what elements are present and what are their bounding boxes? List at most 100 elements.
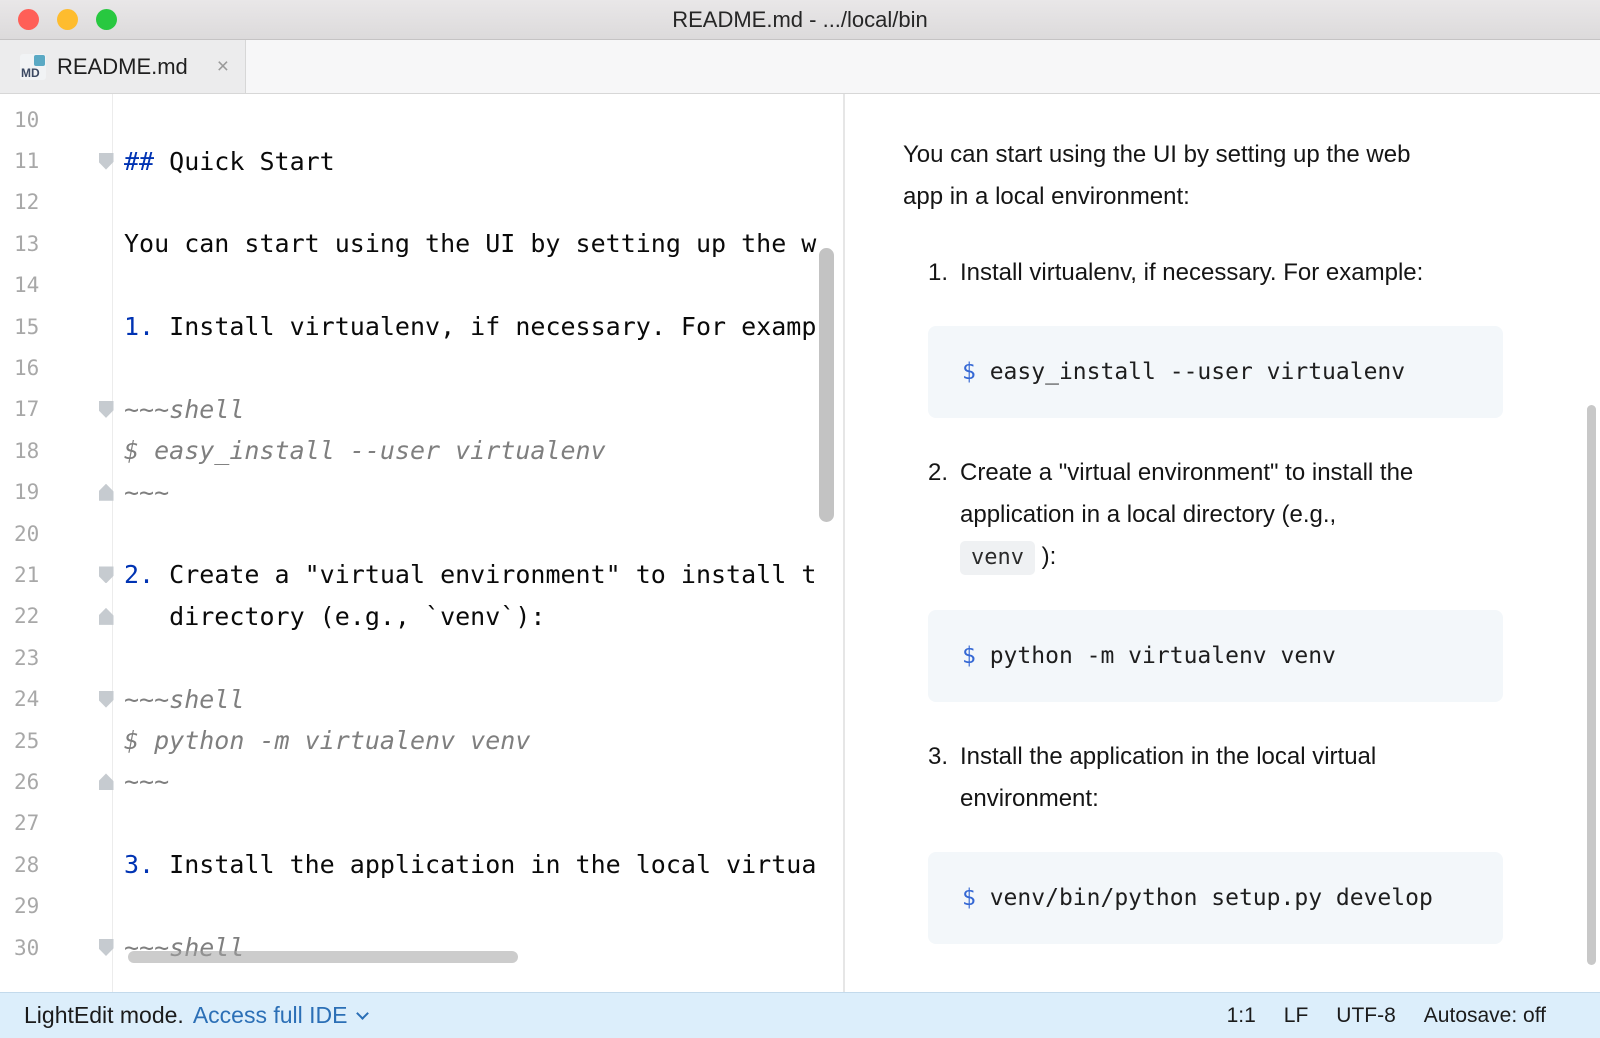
editor-line[interactable]: 22 directory (e.g., `venv`): — [0, 596, 843, 637]
fold-marker[interactable] — [88, 389, 124, 430]
text-segment: Create a "virtual environment" to instal… — [154, 560, 816, 589]
line-number: 17 — [0, 397, 88, 421]
text-segment: Install the application in the local vir… — [154, 850, 816, 879]
fold-slot — [88, 844, 124, 885]
line-text: ## Quick Start — [124, 147, 843, 176]
line-text: 3. Install the application in the local … — [124, 850, 843, 879]
line-text: $ easy_install --user virtualenv — [124, 436, 843, 465]
icon-accent — [34, 55, 45, 66]
fold-marker[interactable] — [88, 596, 124, 637]
shell-command: easy_install --user virtualenv — [976, 359, 1405, 385]
editor-line[interactable]: 13You can start using the UI by setting … — [0, 223, 843, 264]
access-full-ide-link[interactable]: Access full IDE — [193, 1002, 368, 1029]
fold-region-end-icon[interactable] — [99, 608, 114, 625]
fold-region-start-icon[interactable] — [99, 153, 114, 170]
text-segment: app in a local environment: — [903, 183, 1190, 210]
editor-line[interactable]: 29 — [0, 885, 843, 926]
line-number: 21 — [0, 563, 88, 587]
encoding-widget[interactable]: UTF-8 — [1336, 1004, 1396, 1028]
fold-marker[interactable] — [88, 140, 124, 181]
text-segment: ~~~shell — [124, 395, 244, 424]
text-segment: application in a local directory (e.g., — [960, 501, 1336, 528]
line-number: 25 — [0, 729, 88, 753]
editor-line[interactable]: 24~~~shell — [0, 678, 843, 719]
fold-slot — [88, 720, 124, 761]
editor-line[interactable]: 28 3. Install the application in the loca… — [0, 844, 843, 885]
statusbar-right: 1:1 LF UTF-8 Autosave: off — [1227, 1004, 1546, 1028]
autosave-widget[interactable]: Autosave: off — [1424, 1004, 1546, 1028]
line-number: 10 — [0, 108, 88, 132]
fold-slot — [88, 347, 124, 388]
fold-marker[interactable] — [88, 761, 124, 802]
editor-line[interactable]: 25$ python -m virtualenv venv — [0, 720, 843, 761]
editor-line[interactable]: 26~~~ — [0, 761, 843, 802]
fold-marker[interactable] — [88, 472, 124, 513]
fold-marker[interactable] — [88, 927, 124, 968]
fold-region-start-icon[interactable] — [99, 691, 114, 708]
editor-horizontal-scrollbar-thumb[interactable] — [128, 951, 518, 963]
fold-marker[interactable] — [88, 678, 124, 719]
caret-position-widget[interactable]: 1:1 — [1227, 1004, 1256, 1028]
main-area: 1011## Quick Start1213You can start usin… — [0, 94, 1600, 992]
editor-line[interactable]: 12 — [0, 182, 843, 223]
line-text: 1. Install virtualenv, if necessary. For… — [124, 312, 843, 341]
line-text: directory (e.g., `venv`): — [124, 602, 843, 631]
fold-marker[interactable] — [88, 554, 124, 595]
text-segment: 3. — [124, 850, 154, 879]
markdown-preview-pane: You can start using the UI by setting up… — [845, 94, 1600, 992]
editor-line[interactable]: 20 — [0, 513, 843, 554]
editor-line[interactable]: 14 — [0, 265, 843, 306]
fold-slot — [88, 885, 124, 926]
fold-region-end-icon[interactable] — [99, 773, 114, 790]
line-number: 27 — [0, 811, 88, 835]
fold-slot — [88, 306, 124, 347]
tab-label: README.md — [57, 54, 188, 80]
tab-readme[interactable]: MD README.md × — [0, 40, 246, 93]
fold-slot — [88, 99, 124, 140]
line-text: 2. Create a "virtual environment" to ins… — [124, 560, 843, 589]
line-text: ~~~ — [124, 767, 843, 796]
fold-region-start-icon[interactable] — [99, 939, 114, 956]
fold-slot — [88, 637, 124, 678]
editor-pane[interactable]: 10 11## Quick Start1213You can start usin… — [0, 94, 845, 992]
fold-region-start-icon[interactable] — [99, 566, 114, 583]
preview-content: You can start using the UI by setting up… — [903, 134, 1503, 944]
editor-line[interactable]: 19~~~ — [0, 472, 843, 513]
list-item-row: 1.Install virtualenv, if necessary. For … — [928, 252, 1503, 294]
line-number: 30 — [0, 936, 88, 960]
line-number: 13 — [0, 232, 88, 256]
editor-line[interactable]: 11## Quick Start — [0, 140, 843, 181]
fold-slot — [88, 182, 124, 223]
text-segment: You can start using the UI by setting up… — [903, 141, 1410, 168]
editor-line[interactable]: 15 1. Install virtualenv, if necessary. F… — [0, 306, 843, 347]
tab-bar: MD README.md × — [0, 40, 1600, 94]
line-number: 15 — [0, 315, 88, 339]
markdown-file-icon: MD — [20, 54, 46, 80]
list-item-text: Install the application in the local vir… — [960, 736, 1503, 820]
text-segment: ~~~ — [124, 767, 169, 796]
preview-list-item: 2.Create a "virtual environment" to inst… — [928, 452, 1503, 702]
editor-vertical-scrollbar-thumb[interactable] — [819, 248, 834, 522]
line-number: 28 — [0, 853, 88, 877]
text-segment: ~~~ — [124, 478, 169, 507]
editor-line[interactable]: 18$ easy_install --user virtualenv — [0, 430, 843, 471]
lightedit-mode-label: LightEdit mode. — [24, 1002, 184, 1029]
fold-region-start-icon[interactable] — [99, 401, 114, 418]
text-segment: Create a "virtual environment" to instal… — [960, 459, 1413, 486]
icon-label: MD — [21, 66, 40, 80]
editor-line[interactable]: 16 — [0, 347, 843, 388]
editor-line[interactable]: 17 ~~~shell — [0, 389, 843, 430]
list-item-text: Install virtualenv, if necessary. For ex… — [960, 252, 1503, 294]
text-segment: ## — [124, 147, 169, 176]
preview-scrollbar-thumb[interactable] — [1587, 405, 1596, 965]
editor-line[interactable]: 21 2. Create a "virtual environment" to i… — [0, 554, 843, 595]
close-tab-icon[interactable]: × — [217, 55, 229, 79]
window-title: README.md - .../local/bin — [0, 0, 1600, 39]
line-separator-widget[interactable]: LF — [1284, 1004, 1309, 1028]
fold-region-end-icon[interactable] — [99, 484, 114, 501]
editor-line[interactable]: 27 — [0, 803, 843, 844]
list-item-number: 3. — [928, 736, 960, 820]
editor-line[interactable]: 10 — [0, 99, 843, 140]
editor-line[interactable]: 23 — [0, 637, 843, 678]
inline-code: venv — [960, 541, 1035, 575]
